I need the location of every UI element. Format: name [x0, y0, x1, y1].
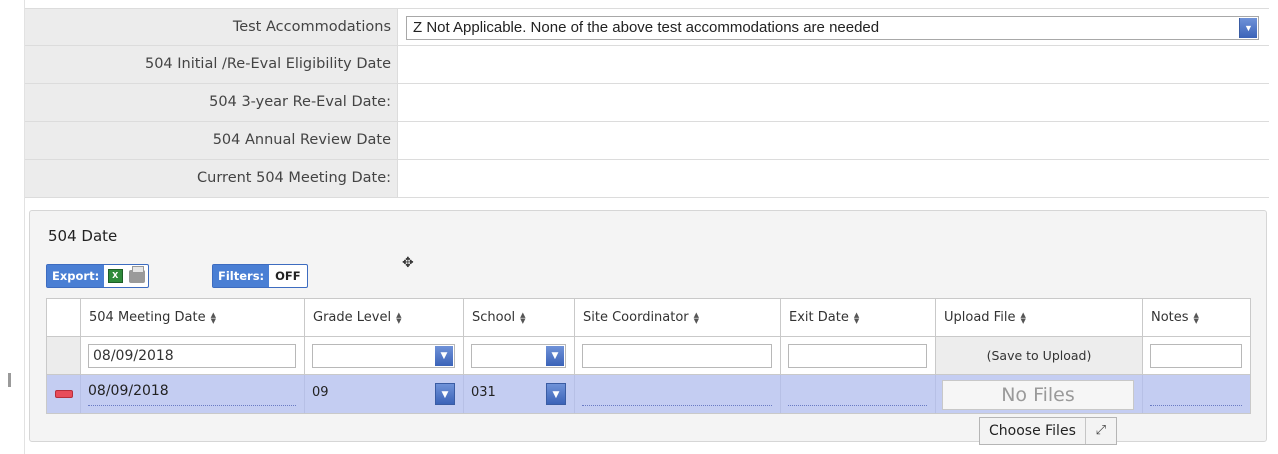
- save-to-upload-label: (Save to Upload): [936, 337, 1143, 374]
- editable-underline: [1150, 405, 1242, 406]
- column-label: Notes: [1151, 310, 1189, 325]
- chevron-down-icon[interactable]: ▼: [546, 346, 564, 366]
- filter-cell: ▼: [464, 337, 575, 374]
- upload-file-cell: No Files: [936, 375, 1143, 413]
- sort-icon[interactable]: ▲ ▼: [1194, 311, 1199, 324]
- column-label: Exit Date: [789, 310, 849, 325]
- grade-level-filter-select[interactable]: ▼: [312, 344, 455, 368]
- form-row-current-meeting-date: Current 504 Meeting Date:: [25, 160, 1269, 198]
- grid-header-row: 504 Meeting Date ▲ ▼ Grade Level ▲ ▼ School ▲…: [47, 299, 1250, 337]
- select-value: Z Not Applicable. None of the above test…: [413, 19, 880, 36]
- chevron-down-icon[interactable]: ▼: [435, 383, 455, 405]
- form-label: 504 Initial /Re-Eval Eligibility Date: [25, 46, 397, 83]
- form-value: Z Not Applicable. None of the above test…: [397, 9, 1269, 45]
- scroll-handle[interactable]: [8, 373, 11, 387]
- filter-cell: [781, 337, 936, 374]
- column-header-site-coordinator[interactable]: Site Coordinator ▲ ▼: [575, 299, 781, 336]
- exit-date-cell[interactable]: [781, 375, 936, 413]
- form-label: Test Accommodations: [25, 9, 397, 45]
- chevron-down-icon[interactable]: ▼: [546, 383, 566, 405]
- expand-icon[interactable]: ⤢: [1086, 418, 1116, 444]
- excel-icon: X: [107, 269, 123, 283]
- column-header-school[interactable]: School ▲ ▼: [464, 299, 575, 336]
- filter-cell: 08/09/2018: [81, 337, 305, 374]
- column-header-upload-file[interactable]: Upload File ▲ ▼: [936, 299, 1143, 336]
- grade-level-select[interactable]: 09 ▼: [309, 382, 455, 406]
- form-label: 504 Annual Review Date: [25, 122, 397, 159]
- export-label: Export:: [47, 265, 105, 287]
- form-value[interactable]: [397, 46, 1269, 83]
- site-coordinator-cell[interactable]: [575, 375, 781, 413]
- excel-export-button[interactable]: X: [104, 265, 126, 287]
- column-header-grade-level[interactable]: Grade Level ▲ ▼: [305, 299, 464, 336]
- print-icon: [129, 265, 146, 283]
- select-value: 09: [312, 385, 329, 400]
- grid-filter-row: 08/09/2018 ▼ ▼ (Save to Upload): [47, 337, 1250, 375]
- editable-underline: [88, 405, 296, 406]
- header-spacer: [47, 299, 81, 336]
- test-accommodations-select[interactable]: Z Not Applicable. None of the above test…: [406, 16, 1259, 40]
- move-cursor-icon: ✥: [402, 255, 414, 271]
- editable-underline: [582, 405, 772, 406]
- sort-icon[interactable]: ▲ ▼: [854, 311, 859, 324]
- notes-cell[interactable]: [1143, 375, 1250, 413]
- sort-icon[interactable]: ▲ ▼: [396, 311, 401, 324]
- form-row-3year-reeval-date: 504 3-year Re-Eval Date:: [25, 84, 1269, 122]
- meeting-date-cell[interactable]: 08/09/2018: [81, 375, 305, 413]
- table-row[interactable]: 08/09/2018 09 ▼ 031 ▼ No Files: [47, 375, 1250, 413]
- filter-spacer: [47, 337, 81, 374]
- column-header-notes[interactable]: Notes ▲ ▼: [1143, 299, 1250, 336]
- panel-title: 504 Date: [48, 227, 118, 245]
- 504-date-grid: 504 Meeting Date ▲ ▼ Grade Level ▲ ▼ School ▲…: [46, 298, 1251, 414]
- delete-row-icon[interactable]: [55, 390, 73, 398]
- form-label: 504 3-year Re-Eval Date:: [25, 84, 397, 121]
- school-cell: 031 ▼: [464, 375, 575, 413]
- chevron-down-icon[interactable]: ▼: [1239, 18, 1257, 38]
- sort-icon[interactable]: ▲ ▼: [694, 311, 699, 324]
- filter-cell: ▼: [305, 337, 464, 374]
- column-header-meeting-date[interactable]: 504 Meeting Date ▲ ▼: [81, 299, 305, 336]
- form-row-eligibility-date: 504 Initial /Re-Eval Eligibility Date: [25, 46, 1269, 84]
- print-button[interactable]: [126, 265, 148, 287]
- meeting-date-value: 08/09/2018: [88, 383, 169, 399]
- chevron-down-icon[interactable]: ▼: [435, 346, 453, 366]
- school-select[interactable]: 031 ▼: [468, 382, 566, 406]
- file-drop-zone[interactable]: No Files: [942, 380, 1134, 410]
- filters-value: OFF: [275, 269, 301, 283]
- export-toolbar: Export: X: [46, 264, 150, 288]
- grade-level-cell: 09 ▼: [305, 375, 464, 413]
- sort-icon[interactable]: ▲ ▼: [211, 311, 216, 324]
- form-row-annual-review-date: 504 Annual Review Date: [25, 122, 1269, 160]
- column-label: Upload File: [944, 310, 1016, 325]
- form-value[interactable]: [397, 122, 1269, 159]
- school-filter-select[interactable]: ▼: [471, 344, 566, 368]
- notes-filter-input[interactable]: [1150, 344, 1242, 368]
- exit-date-filter-input[interactable]: [788, 344, 927, 368]
- row-action-cell: [47, 375, 81, 413]
- sort-icon[interactable]: ▲ ▼: [520, 311, 525, 324]
- editable-underline: [788, 405, 927, 406]
- 504-date-panel: 504 Date ✥ Export: X Filters: OFF 504 Me…: [29, 210, 1267, 442]
- choose-files-button[interactable]: Choose Files: [980, 418, 1086, 444]
- select-value: 031: [471, 385, 496, 400]
- form-row-test-accommodations: Test Accommodations Z Not Applicable. No…: [25, 8, 1269, 46]
- form-value[interactable]: [397, 160, 1269, 197]
- column-label: Grade Level: [313, 310, 392, 325]
- filters-toggle[interactable]: Filters: OFF: [212, 264, 308, 288]
- column-label: 504 Meeting Date: [89, 310, 206, 325]
- column-header-exit-date[interactable]: Exit Date ▲ ▼: [781, 299, 936, 336]
- filter-cell: [575, 337, 781, 374]
- site-coordinator-filter-input[interactable]: [582, 344, 772, 368]
- file-chooser: Choose Files ⤢: [979, 417, 1117, 445]
- form-label: Current 504 Meeting Date:: [25, 160, 397, 197]
- column-label: School: [472, 310, 516, 325]
- meeting-date-filter-input[interactable]: 08/09/2018: [88, 344, 296, 368]
- student-504-form: Test Accommodations Z Not Applicable. No…: [25, 8, 1269, 198]
- filters-label: Filters:: [213, 265, 270, 287]
- column-label: Site Coordinator: [583, 310, 689, 325]
- sort-icon[interactable]: ▲ ▼: [1020, 311, 1025, 324]
- form-value[interactable]: [397, 84, 1269, 121]
- filter-cell: [1143, 337, 1250, 374]
